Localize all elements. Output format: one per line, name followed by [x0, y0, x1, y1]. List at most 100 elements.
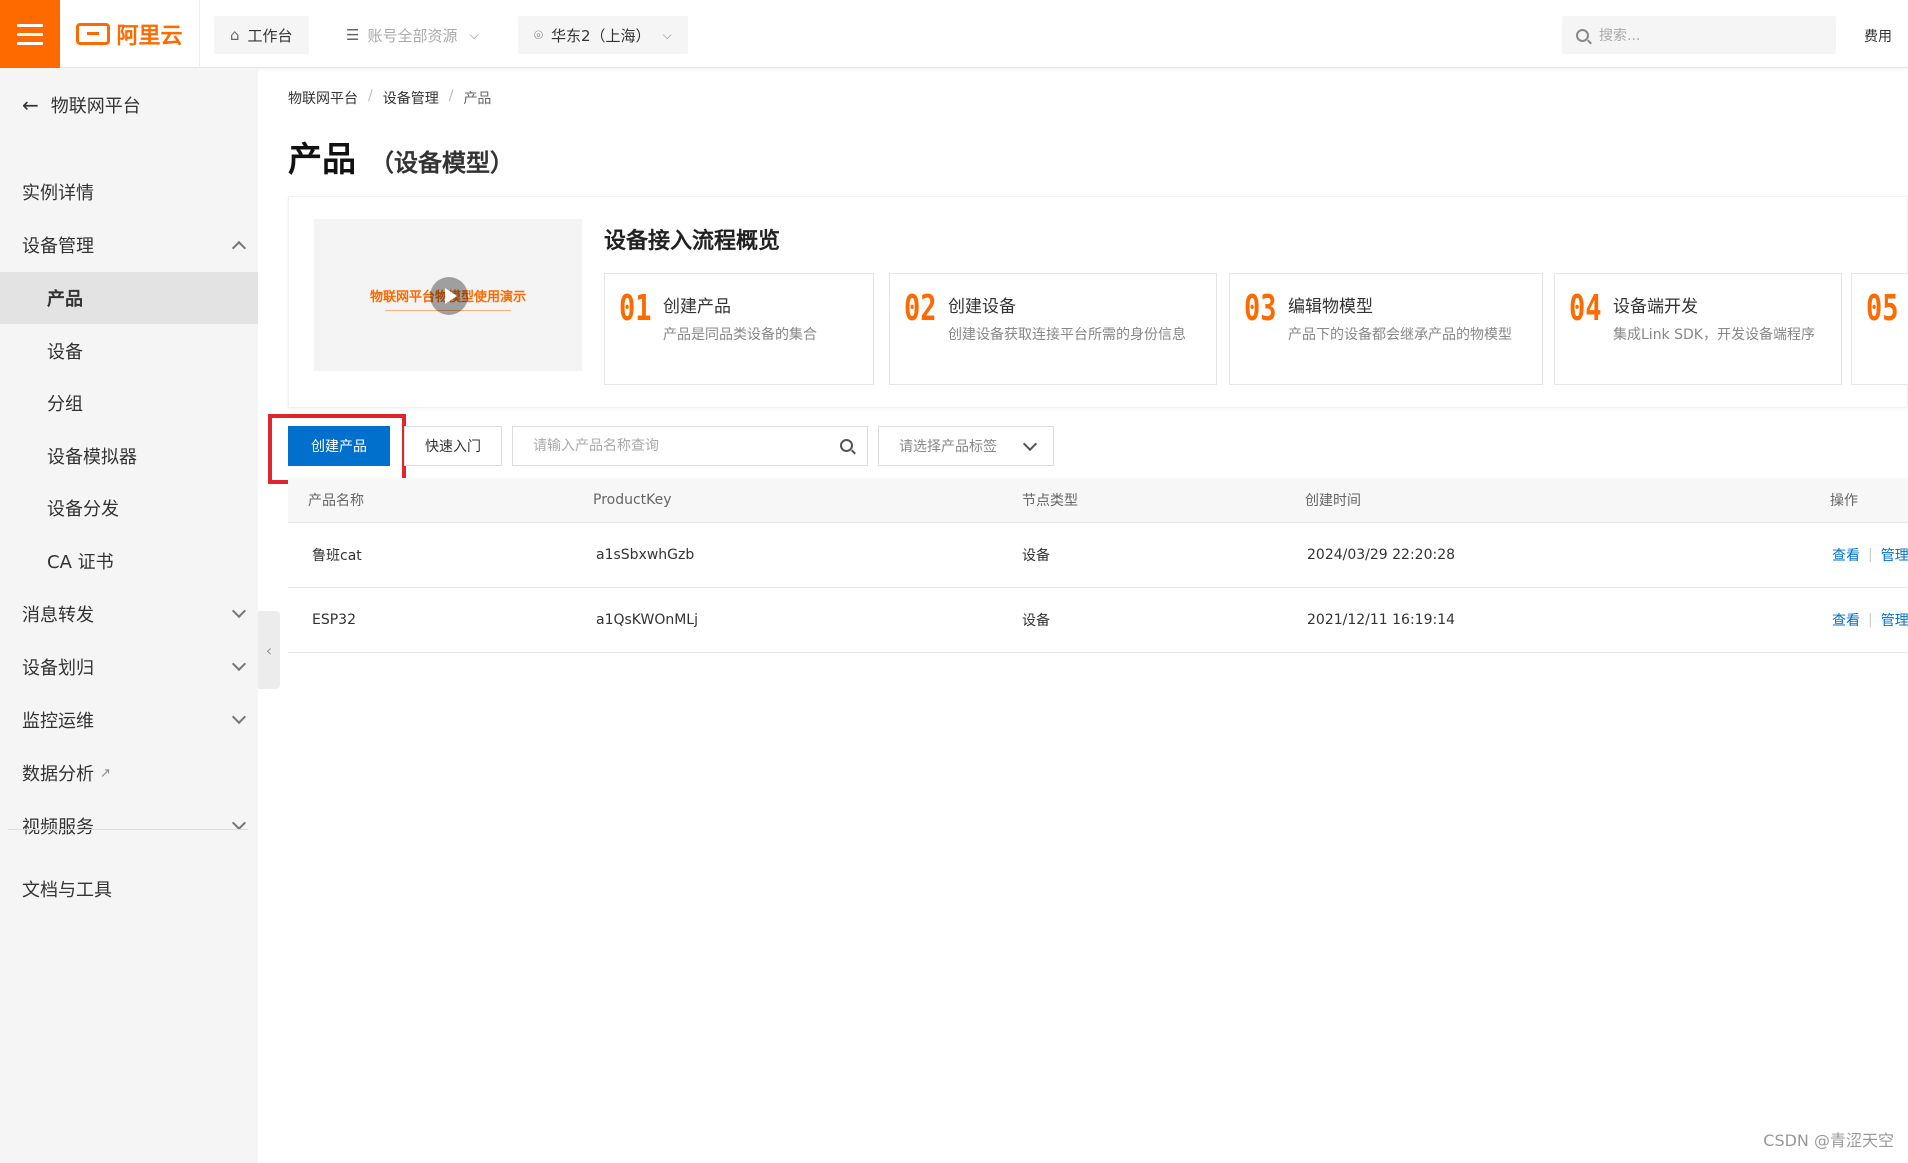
chevron-down-icon: [231, 656, 247, 672]
sidebar-item-label: 设备划归: [22, 658, 94, 679]
sidebar-item-label: 产品: [47, 289, 83, 310]
quick-start-button[interactable]: 快速入门: [404, 426, 502, 466]
sidebar-item-label: 设备模拟器: [47, 447, 137, 468]
step-number: 03: [1244, 288, 1277, 329]
aliyun-logo[interactable]: 阿里云: [60, 0, 200, 68]
page-title: 产品 （设备模型）: [288, 132, 514, 181]
sidebar-item-label: 设备: [47, 342, 83, 363]
search-icon: [1576, 28, 1589, 42]
sidebar-item-label: 分组: [47, 394, 83, 415]
region-select[interactable]: ⌾ 华东2（上海） ⌵: [518, 16, 688, 54]
resource-group-select[interactable]: ☰ 账号全部资源 ⌵: [330, 16, 495, 54]
step-number: 04: [1569, 288, 1602, 329]
step-device-development[interactable]: 04 设备端开发 集成Link SDK，开发设备端程序: [1554, 273, 1842, 385]
cell-actions: 查看 | 管理: [1832, 523, 1908, 587]
sidebar-item-label: 实例详情: [22, 183, 94, 204]
sidebar-item-device-simulator[interactable]: 设备模拟器: [0, 430, 258, 482]
demo-video[interactable]: 物联网平台物模型使用演示: [314, 219, 582, 371]
overview-title: 设备接入流程概览: [604, 229, 781, 254]
sidebar-item-message-forwarding[interactable]: 消息转发: [0, 588, 258, 640]
breadcrumb-item-device-management[interactable]: 设备管理: [383, 88, 439, 108]
global-search-input[interactable]: 搜索...: [1562, 16, 1836, 54]
cell-productkey: a1QsKWOnMLj: [596, 612, 698, 628]
col-header-productkey: ProductKey: [593, 492, 672, 508]
sidebar-divider: [8, 829, 248, 830]
step-number: 05: [1866, 288, 1899, 329]
table-row: ESP32 a1QsKWOnMLj 设备 2021/12/11 16:19:14…: [288, 588, 1908, 653]
chevron-down-icon: ⌵: [469, 27, 479, 42]
resource-group-label: 账号全部资源: [367, 26, 458, 45]
step-create-device[interactable]: 02 创建设备 创建设备获取连接平台所需的身份信息: [889, 273, 1217, 385]
play-icon[interactable]: [430, 277, 468, 315]
col-header-name: 产品名称: [308, 493, 364, 509]
step-desc: 创建设备获取连接平台所需的身份信息: [948, 327, 1186, 343]
sidebar-item-device-distribution[interactable]: 设备分发: [0, 482, 258, 534]
product-search-input[interactable]: [533, 438, 833, 454]
manage-link[interactable]: 管理: [1881, 545, 1908, 565]
sidebar-item-monitoring[interactable]: 监控运维: [0, 694, 258, 746]
create-product-button[interactable]: 创建产品: [288, 426, 390, 466]
table-row: 鲁班cat a1sSbxwhGzb 设备 2024/03/29 22:20:28…: [288, 523, 1908, 588]
action-separator: |: [1868, 612, 1873, 628]
cell-node-type: 设备: [1022, 548, 1050, 564]
sidebar-item-device-management[interactable]: 设备管理: [0, 219, 258, 271]
region-label: 华东2（上海）: [551, 26, 651, 45]
chevron-down-icon: [231, 815, 247, 831]
manage-link[interactable]: 管理: [1881, 610, 1908, 630]
chevron-down-icon: [231, 709, 247, 725]
sidebar-collapse-handle[interactable]: ‹: [258, 611, 280, 689]
view-link[interactable]: 查看: [1832, 545, 1860, 565]
global-search-placeholder: 搜索...: [1599, 28, 1641, 44]
back-to-iot-platform[interactable]: ← 物联网平台: [22, 92, 141, 118]
step-create-product[interactable]: 01 创建产品 产品是同品类设备的集合: [604, 273, 874, 385]
workbench-label: 工作台: [247, 26, 293, 45]
external-link-icon: ↗: [100, 765, 111, 781]
sidebar-item-label: 消息转发: [22, 605, 94, 626]
location-pin-icon: ⌾: [534, 26, 544, 44]
watermark: CSDN @青涩天空: [1763, 1131, 1894, 1150]
sidebar-item-device-assignment[interactable]: 设备划归: [0, 641, 258, 693]
sidebar-item-data-analysis[interactable]: 数据分析 ↗: [0, 747, 258, 799]
breadcrumb-item-product: 产品: [463, 91, 492, 107]
cell-product-name: 鲁班cat: [312, 548, 362, 564]
step-desc: 产品下的设备都会继承产品的物模型: [1288, 327, 1512, 343]
step-edit-thing-model[interactable]: 03 编辑物模型 产品下的设备都会继承产品的物模型: [1229, 273, 1543, 385]
fee-link[interactable]: 费用: [1864, 26, 1892, 46]
logo-text: 阿里云: [116, 24, 183, 49]
home-icon: ⌂: [230, 26, 240, 44]
sidebar-item-label: 设备管理: [22, 236, 94, 257]
sidebar-item-device[interactable]: 设备: [0, 325, 258, 377]
menu-icon[interactable]: [0, 0, 60, 68]
top-bar: 阿里云 ⌂ 工作台 ☰ 账号全部资源 ⌵ ⌾ 华东2（上海） ⌵ 搜索... 费…: [0, 0, 1908, 68]
sidebar: ← 物联网平台 实例详情 设备管理 产品 设备 分组 设备模拟器 设备分发 CA…: [0, 68, 258, 1163]
product-table: 产品名称 ProductKey 节点类型 创建时间 操作 鲁班cat a1sSb…: [288, 478, 1908, 653]
sidebar-item-instance-detail[interactable]: 实例详情: [0, 166, 258, 218]
sidebar-item-group[interactable]: 分组: [0, 377, 258, 429]
chevron-down-icon: [231, 603, 247, 619]
sidebar-item-ca-certificate[interactable]: CA 证书: [0, 535, 258, 587]
cell-product-name: ESP32: [312, 612, 356, 628]
arrow-left-icon: ←: [22, 93, 39, 117]
chevron-left-icon: ‹: [265, 640, 273, 660]
sidebar-item-product[interactable]: 产品: [0, 272, 258, 324]
cell-created-time: 2024/03/29 22:20:28: [1307, 547, 1456, 563]
step-5[interactable]: 05: [1851, 273, 1908, 385]
breadcrumb-separator: /: [368, 88, 373, 104]
breadcrumb-item-iot[interactable]: 物联网平台: [288, 88, 358, 108]
sidebar-item-label: 设备分发: [47, 499, 119, 520]
step-title: 设备端开发: [1613, 297, 1698, 317]
workbench-button[interactable]: ⌂ 工作台: [214, 16, 309, 54]
sidebar-item-label: 数据分析: [22, 764, 94, 785]
step-desc: 集成Link SDK，开发设备端程序: [1613, 327, 1815, 343]
chevron-down-icon: [1022, 436, 1038, 452]
sidebar-item-docs-tools[interactable]: 文档与工具: [0, 863, 258, 915]
action-separator: |: [1868, 547, 1873, 563]
product-tag-select[interactable]: 请选择产品标签: [878, 426, 1054, 466]
step-title: 编辑物模型: [1288, 297, 1373, 317]
step-number: 02: [904, 288, 937, 329]
sidebar-item-video-service[interactable]: 视频服务: [0, 800, 258, 852]
search-icon[interactable]: [840, 439, 853, 452]
view-link[interactable]: 查看: [1832, 610, 1860, 630]
col-header-created-time: 创建时间: [1305, 493, 1361, 509]
tag-select-placeholder: 请选择产品标签: [899, 439, 997, 455]
